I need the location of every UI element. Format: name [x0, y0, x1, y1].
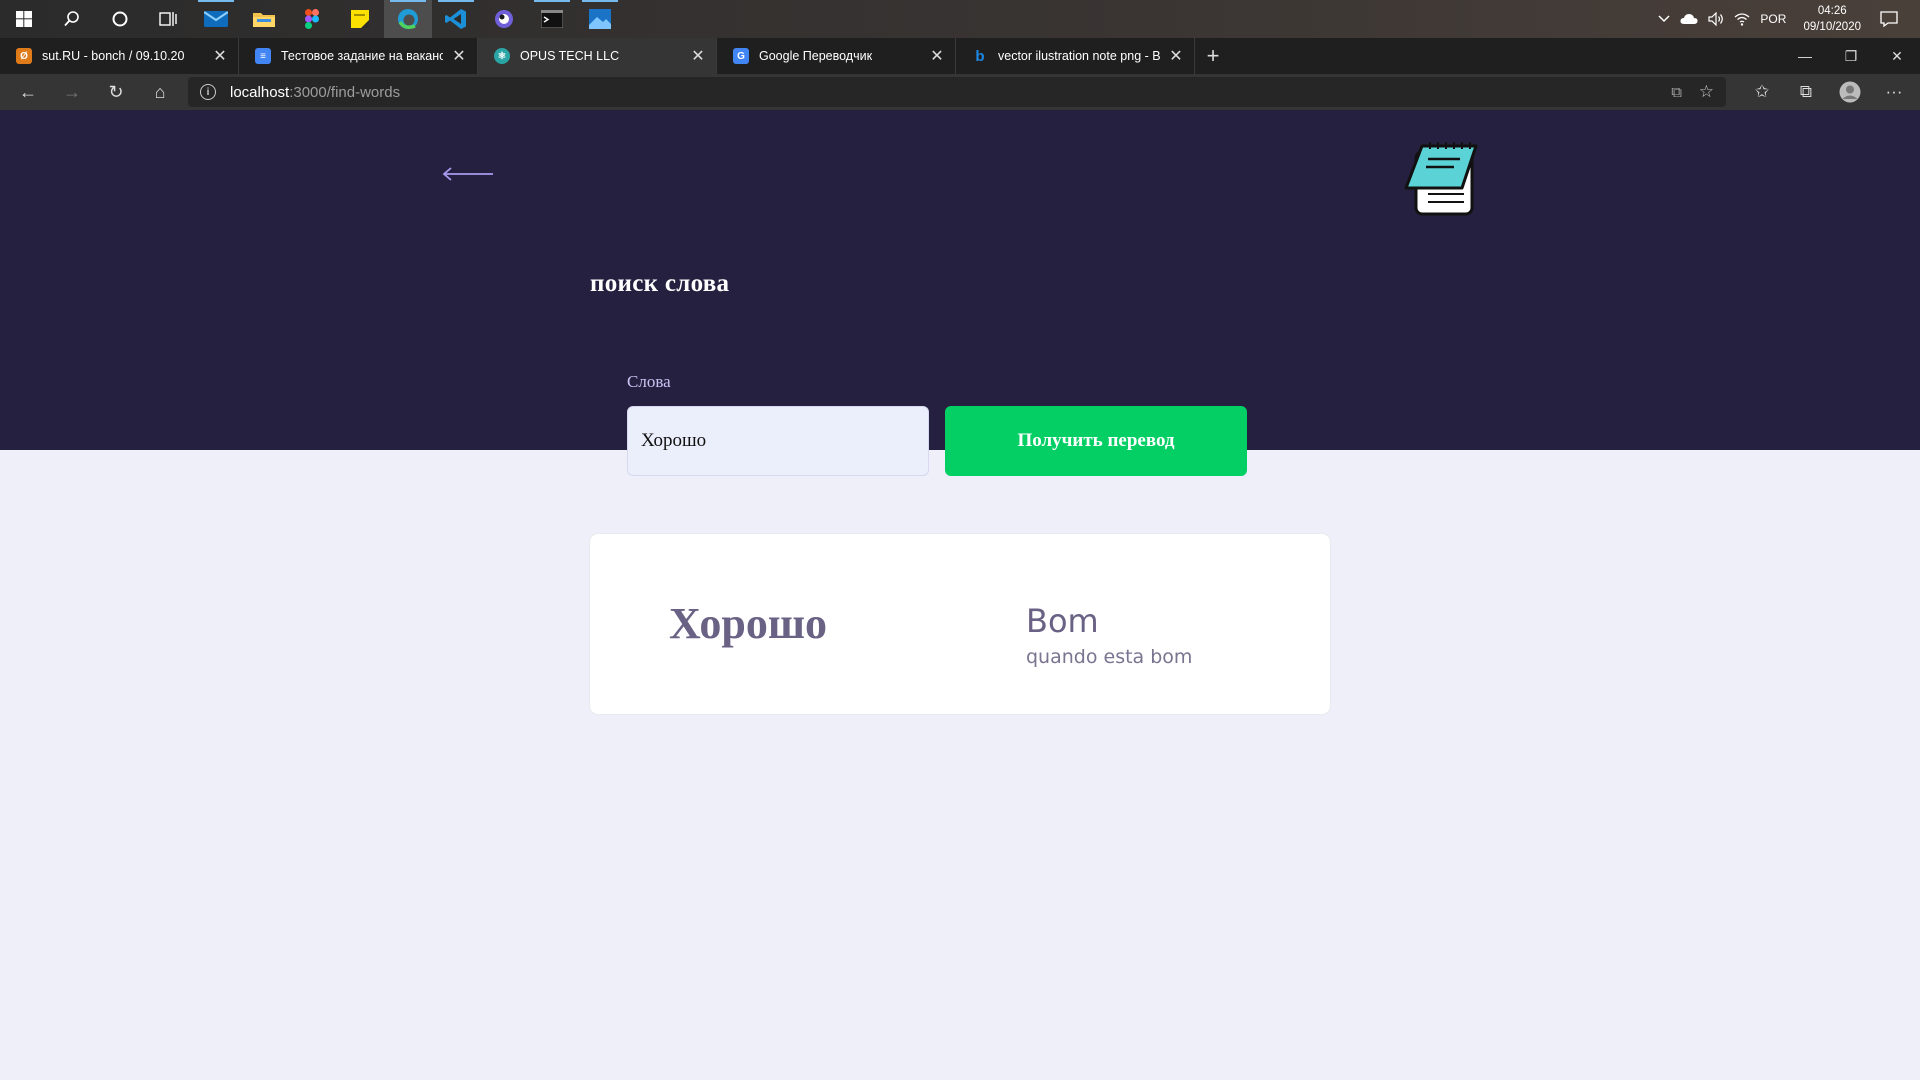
close-icon[interactable]: ✕: [1168, 46, 1184, 66]
task-view-icon[interactable]: [144, 0, 192, 38]
mail-icon[interactable]: [192, 0, 240, 38]
cortana-icon[interactable]: [96, 0, 144, 38]
tab-sut-ru[interactable]: Ø sut.RU - bonch / 09.10.20 ✕: [0, 38, 239, 74]
app-icon[interactable]: [480, 0, 528, 38]
tab-title: Google Переводчик: [759, 49, 873, 63]
photos-icon[interactable]: [576, 0, 624, 38]
close-icon[interactable]: ✕: [451, 46, 467, 66]
sut-favicon-icon: Ø: [16, 48, 32, 64]
sticky-notes-icon[interactable]: [336, 0, 384, 38]
restore-icon[interactable]: ❐: [1828, 38, 1874, 74]
url-host: localhost: [230, 83, 290, 101]
windows-start-icon[interactable]: [0, 0, 48, 38]
wifi-icon[interactable]: [1734, 12, 1750, 26]
notebook-logo-icon: [1404, 142, 1478, 216]
tab-title: Тестовое задание на вакансию: [281, 49, 443, 63]
browser-toolbar: ← → ↻ ⌂ i localhost:3000/find-words ⧉ ☆ …: [0, 74, 1920, 110]
translated-word: Bom: [1026, 602, 1099, 640]
address-bar[interactable]: i localhost:3000/find-words ⧉ ☆: [188, 77, 1726, 107]
figma-icon[interactable]: [288, 0, 336, 38]
refresh-icon[interactable]: ↻: [94, 74, 138, 110]
close-icon[interactable]: ✕: [929, 46, 945, 66]
source-word: Хорошо: [669, 599, 828, 648]
back-icon[interactable]: ←: [6, 74, 50, 110]
action-center-icon[interactable]: [1880, 11, 1898, 27]
word-search-input[interactable]: [627, 406, 929, 476]
close-icon[interactable]: ✕: [690, 46, 706, 66]
translation-result-card: Хорошо Bom quando esta bom: [590, 534, 1330, 714]
tab-title: vector ilustration note png - Bing: [998, 49, 1160, 63]
bing-favicon-icon: b: [975, 47, 985, 65]
forward-icon[interactable]: →: [50, 74, 94, 110]
get-translation-button[interactable]: Получить перевод: [945, 406, 1247, 476]
more-options-icon[interactable]: ···: [1872, 74, 1916, 110]
toolbar-right: ✩ ⧉ ···: [1740, 74, 1920, 110]
clock[interactable]: 04:26 09/10/2020: [1803, 3, 1861, 35]
close-window-icon[interactable]: ✕: [1874, 38, 1920, 74]
window-controls: — ❐ ✕: [1782, 38, 1920, 74]
favorites-icon[interactable]: ✩: [1740, 74, 1784, 110]
browser-tab-strip: Ø sut.RU - bonch / 09.10.20 ✕ ≡ Тестовое…: [0, 38, 1920, 74]
page-header: [0, 110, 1920, 450]
edge-icon[interactable]: [384, 0, 432, 38]
terminal-icon[interactable]: [528, 0, 576, 38]
clock-date: 09/10/2020: [1803, 21, 1861, 33]
page-title: поиск слова: [590, 270, 730, 297]
google-translate-favicon-icon: G: [733, 48, 749, 64]
words-field-label: Слова: [627, 372, 671, 391]
read-aloud-icon[interactable]: ⧉: [1671, 84, 1682, 101]
back-arrow-icon[interactable]: [441, 160, 495, 188]
site-info-icon[interactable]: i: [200, 84, 216, 100]
system-tray: POR 04:26 09/10/2020: [1653, 0, 1920, 38]
volume-icon[interactable]: [1708, 12, 1724, 26]
language-indicator[interactable]: POR: [1760, 12, 1786, 26]
windows-taskbar: POR 04:26 09/10/2020: [0, 0, 1920, 38]
tab-test-task[interactable]: ≡ Тестовое задание на вакансию ✕: [239, 38, 478, 74]
new-tab-button[interactable]: +: [1195, 38, 1231, 74]
search-icon[interactable]: [48, 0, 96, 38]
vscode-icon[interactable]: [432, 0, 480, 38]
clock-time: 04:26: [1817, 5, 1847, 17]
tab-opus-tech[interactable]: ⚛ OPUS TECH LLC ✕: [478, 38, 717, 74]
collections-icon[interactable]: ⧉: [1784, 74, 1828, 110]
react-favicon-icon: ⚛: [494, 48, 510, 64]
profile-avatar-icon[interactable]: [1828, 74, 1872, 110]
translation-description: quando esta bom: [1026, 646, 1193, 668]
tab-google-translate[interactable]: G Google Переводчик ✕: [717, 38, 956, 74]
tab-title: sut.RU - bonch / 09.10.20: [42, 49, 185, 63]
close-icon[interactable]: ✕: [212, 46, 228, 66]
minimize-icon[interactable]: —: [1782, 38, 1828, 74]
chevron-up-icon[interactable]: [1658, 15, 1670, 23]
tab-title: OPUS TECH LLC: [520, 49, 620, 63]
url-path: :3000/find-words: [289, 83, 401, 101]
file-explorer-icon[interactable]: [240, 0, 288, 38]
onedrive-icon[interactable]: [1680, 13, 1698, 25]
home-icon[interactable]: ⌂: [138, 74, 182, 110]
tab-bing[interactable]: b vector ilustration note png - Bing ✕: [956, 38, 1195, 74]
star-icon[interactable]: ☆: [1699, 82, 1714, 102]
google-docs-favicon-icon: ≡: [255, 48, 271, 64]
